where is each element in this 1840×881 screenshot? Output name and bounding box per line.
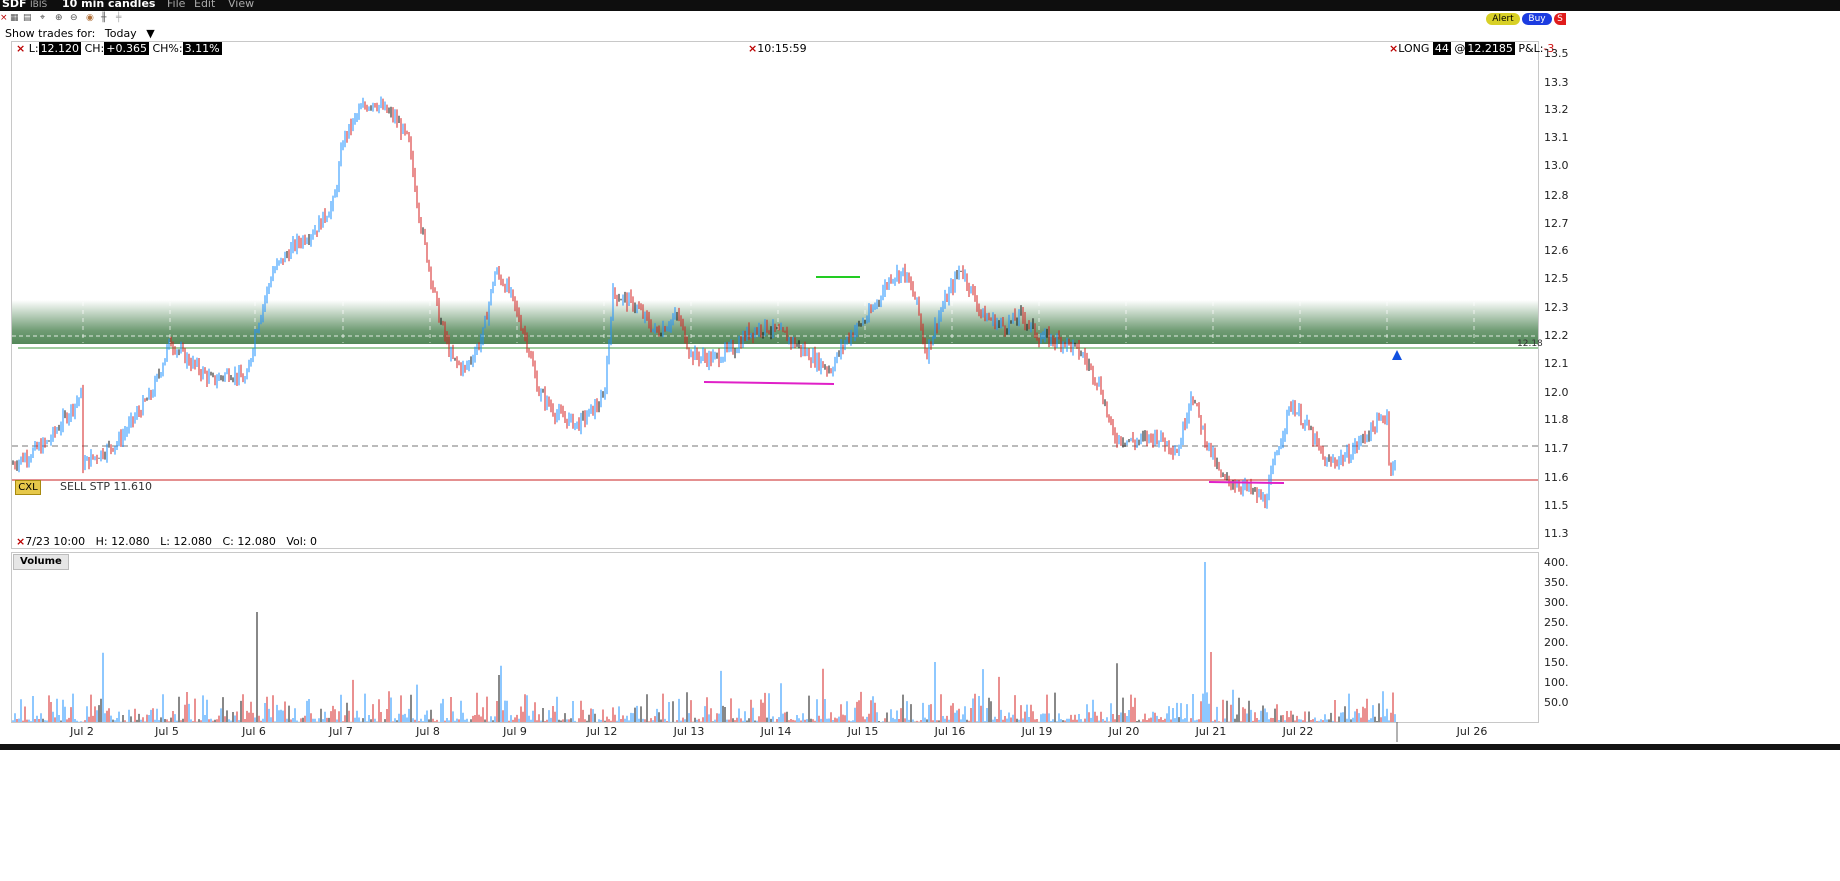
quote-header: × L: 12.120 CH: +0.365 CH%: 3.11%: [16, 42, 222, 55]
change-value: +0.365: [104, 42, 149, 55]
price-tick-label: 11.8: [1544, 413, 1569, 426]
ohlc-high: 12.080: [111, 535, 150, 548]
cancel-order-button[interactable]: CXL: [15, 480, 41, 495]
price-tick-label: 13.0: [1544, 159, 1569, 172]
ohlc-low: 12.080: [173, 535, 212, 548]
volume-tick-label: 200.: [1544, 636, 1569, 649]
price-tick-label: 12.1: [1544, 357, 1569, 370]
ohlc-vol-label: Vol:: [286, 535, 307, 548]
ohlc-vol: 0: [310, 535, 318, 548]
time-tick-label: Jul 12: [586, 725, 618, 738]
last-value: 12.120: [38, 42, 82, 55]
price-tick-label: 12.5: [1544, 272, 1569, 285]
time-tick-label: Jul 16: [934, 725, 966, 738]
price-tick-label: 12.0: [1544, 386, 1569, 399]
price-tick-label: 13.5: [1544, 47, 1569, 60]
time-tick-label: Jul 26: [1456, 725, 1488, 738]
volume-tick-label: 100.: [1544, 676, 1569, 689]
price-tick-label: 11.3: [1544, 527, 1569, 540]
time-tick-label: Jul 21: [1195, 725, 1227, 738]
ohlc-date: 7/23 10:00: [25, 535, 86, 548]
last-label: L:: [28, 42, 39, 55]
support-price-tag: 12.18: [1517, 339, 1543, 349]
trend-line-magenta-1[interactable]: [703, 381, 835, 385]
ohlc-close-label: C:: [222, 535, 234, 548]
price-tick-label: 11.7: [1544, 442, 1569, 455]
time-header: ×10:15:59: [748, 43, 807, 55]
close-icon[interactable]: ×: [16, 42, 25, 55]
time-tick-label: Jul 6: [242, 725, 266, 738]
bottom-scrollbar[interactable]: [0, 744, 1840, 750]
ohlc-close: 12.080: [237, 535, 276, 548]
price-tick-label: 11.6: [1544, 471, 1569, 484]
change-pct-label: CH%:: [152, 42, 183, 55]
volume-tick-label: 250.: [1544, 616, 1569, 629]
time-tick-label: Jul 22: [1282, 725, 1314, 738]
stop-order-label: SELL STP 11.610: [60, 480, 153, 493]
ohlc-readout: ×7/23 10:00 H: 12.080 L: 12.080 C: 12.08…: [16, 536, 317, 548]
time-tick-label: Jul 2: [70, 725, 94, 738]
close-icon[interactable]: ×: [16, 535, 25, 548]
time-value: 10:15:59: [757, 42, 807, 55]
volume-bars: [12, 562, 1396, 722]
volume-tick-label: 350.: [1544, 576, 1569, 589]
price-tick-label: 13.3: [1544, 76, 1569, 89]
time-tick-label: Jul 15: [847, 725, 879, 738]
position-header: ×LONG 44 @12.2185 P&L:-3: [1389, 42, 1554, 55]
price-tick-label: 12.7: [1544, 217, 1569, 230]
pnl-label: P&L:: [1518, 42, 1544, 55]
position-label: LONG: [1398, 42, 1430, 55]
price-tick-label: 11.5: [1544, 499, 1569, 512]
avg-price: 12.2185: [1465, 42, 1515, 55]
time-tick-label: Jul 20: [1108, 725, 1140, 738]
ohlc-high-label: H:: [95, 535, 108, 548]
volume-panel-label[interactable]: Volume: [13, 554, 69, 570]
price-tick-label: 12.3: [1544, 301, 1569, 314]
ohlc-low-label: L:: [160, 535, 170, 548]
at-label: @: [1454, 42, 1466, 55]
price-tick-label: 12.6: [1544, 244, 1569, 257]
close-icon[interactable]: ×: [1389, 42, 1398, 55]
price-tick-label: 13.2: [1544, 103, 1569, 116]
time-tick-label: Jul 13: [673, 725, 705, 738]
price-tick-label: 12.8: [1544, 189, 1569, 202]
volume-tick-label: 50.0: [1544, 696, 1569, 709]
resistance-zone: [12, 300, 1538, 344]
change-pct-value: 3.11%: [182, 42, 222, 55]
position-qty: 44: [1432, 42, 1451, 55]
volume-tick-label: 150.: [1544, 656, 1569, 669]
time-tick-label: Jul 5: [155, 725, 179, 738]
close-icon[interactable]: ×: [748, 42, 757, 55]
current-price-arrow-icon: [1392, 350, 1402, 360]
time-tick-label: Jul 9: [503, 725, 527, 738]
time-tick-label: Jul 14: [760, 725, 792, 738]
time-tick-label: Jul 19: [1021, 725, 1053, 738]
change-label: CH:: [84, 42, 105, 55]
time-tick-label: Jul 8: [416, 725, 440, 738]
volume-tick-label: 300.: [1544, 596, 1569, 609]
volume-tick-label: 400.: [1544, 556, 1569, 569]
trend-line-magenta-2[interactable]: [1208, 481, 1285, 484]
price-tick-label: 12.2: [1544, 329, 1569, 342]
price-tick-label: 13.1: [1544, 131, 1569, 144]
time-tick-label: Jul 7: [329, 725, 353, 738]
